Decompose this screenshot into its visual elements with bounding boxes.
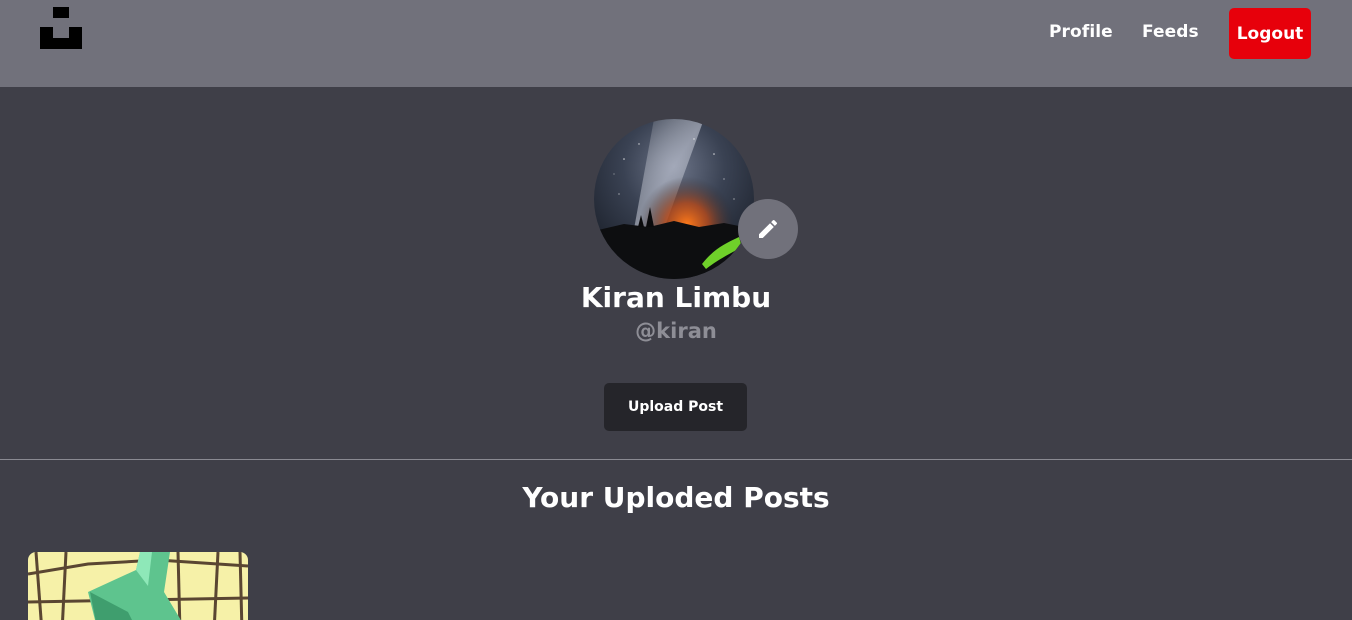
posts-section-title: Your Uploded Posts <box>522 481 830 514</box>
top-navbar: Profile Feeds Logout <box>0 0 1352 87</box>
pencil-icon <box>759 219 778 238</box>
avatar-image <box>594 119 754 279</box>
profile-name: Kiran Limbu <box>580 281 772 314</box>
profile-avatar <box>594 119 754 279</box>
profile-handle: @kiran <box>635 319 717 343</box>
nav-link-profile[interactable]: Profile <box>1049 22 1113 42</box>
edit-avatar-button[interactable] <box>738 199 798 259</box>
nav-link-feeds[interactable]: Feeds <box>1142 22 1199 42</box>
section-divider <box>0 459 1352 460</box>
brand-logo-icon[interactable] <box>40 7 82 49</box>
upload-post-button[interactable]: Upload Post <box>604 383 747 431</box>
post-thumbnail[interactable] <box>28 552 248 620</box>
logout-button[interactable]: Logout <box>1229 8 1311 59</box>
post-image <box>28 552 248 620</box>
